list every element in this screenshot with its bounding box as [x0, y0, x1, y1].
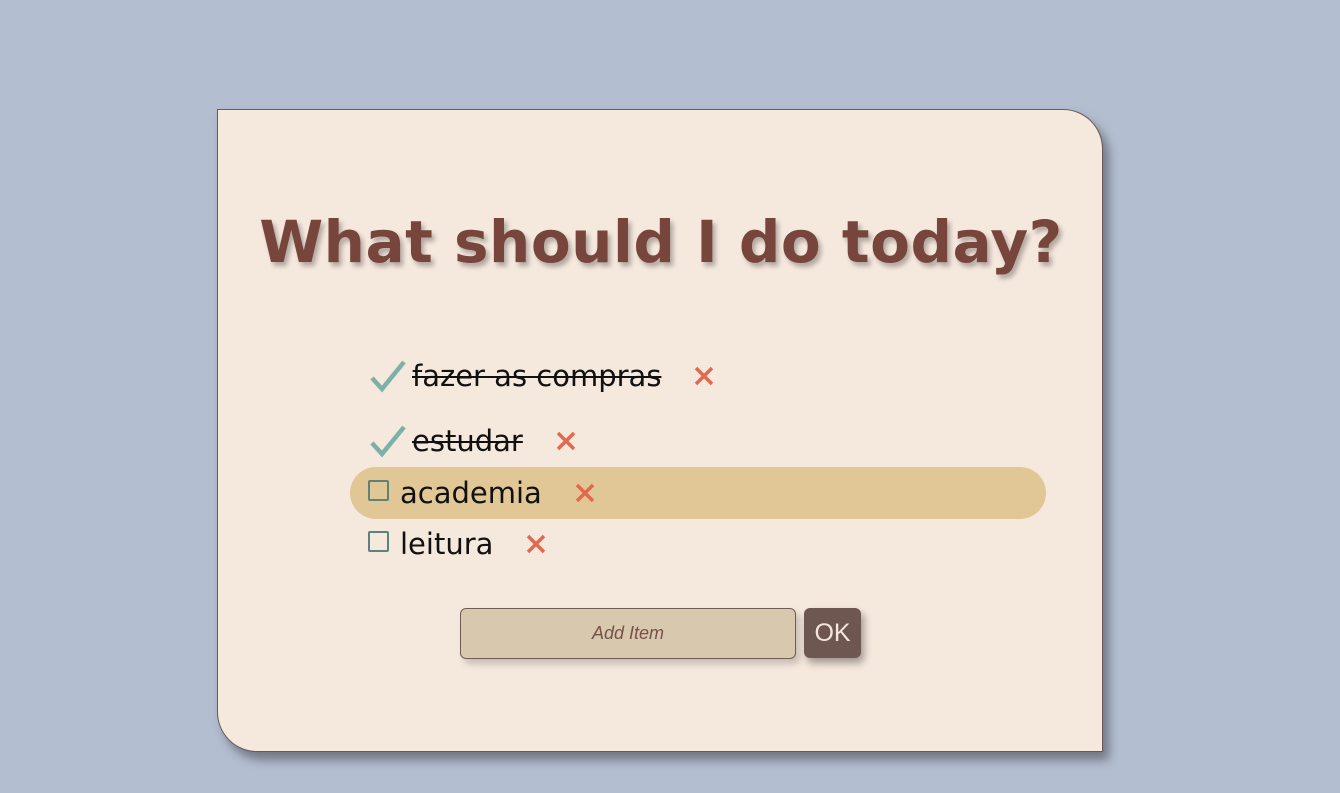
empty-checkbox[interactable]	[368, 479, 389, 501]
todo-item-label: academia	[400, 476, 542, 510]
todo-item-label: estudar	[412, 424, 523, 458]
add-item-input[interactable]	[460, 608, 796, 659]
todo-item[interactable]: fazer as compras	[350, 350, 1046, 402]
todo-item-label: leitura	[400, 527, 494, 561]
close-icon[interactable]	[525, 533, 547, 555]
empty-checkbox[interactable]	[368, 530, 389, 552]
check-icon[interactable]	[368, 421, 408, 461]
todo-item[interactable]: academia	[350, 467, 1046, 519]
close-icon[interactable]	[693, 365, 715, 387]
close-icon[interactable]	[574, 482, 596, 504]
todo-card: What should I do today? fazer as compras…	[217, 109, 1103, 752]
todo-item[interactable]: leitura	[350, 518, 1046, 570]
ok-button[interactable]: OK	[804, 608, 861, 658]
close-icon[interactable]	[555, 430, 577, 452]
todo-item[interactable]: estudar	[350, 415, 1046, 467]
check-icon[interactable]	[368, 356, 408, 396]
todo-item-label: fazer as compras	[412, 359, 662, 393]
